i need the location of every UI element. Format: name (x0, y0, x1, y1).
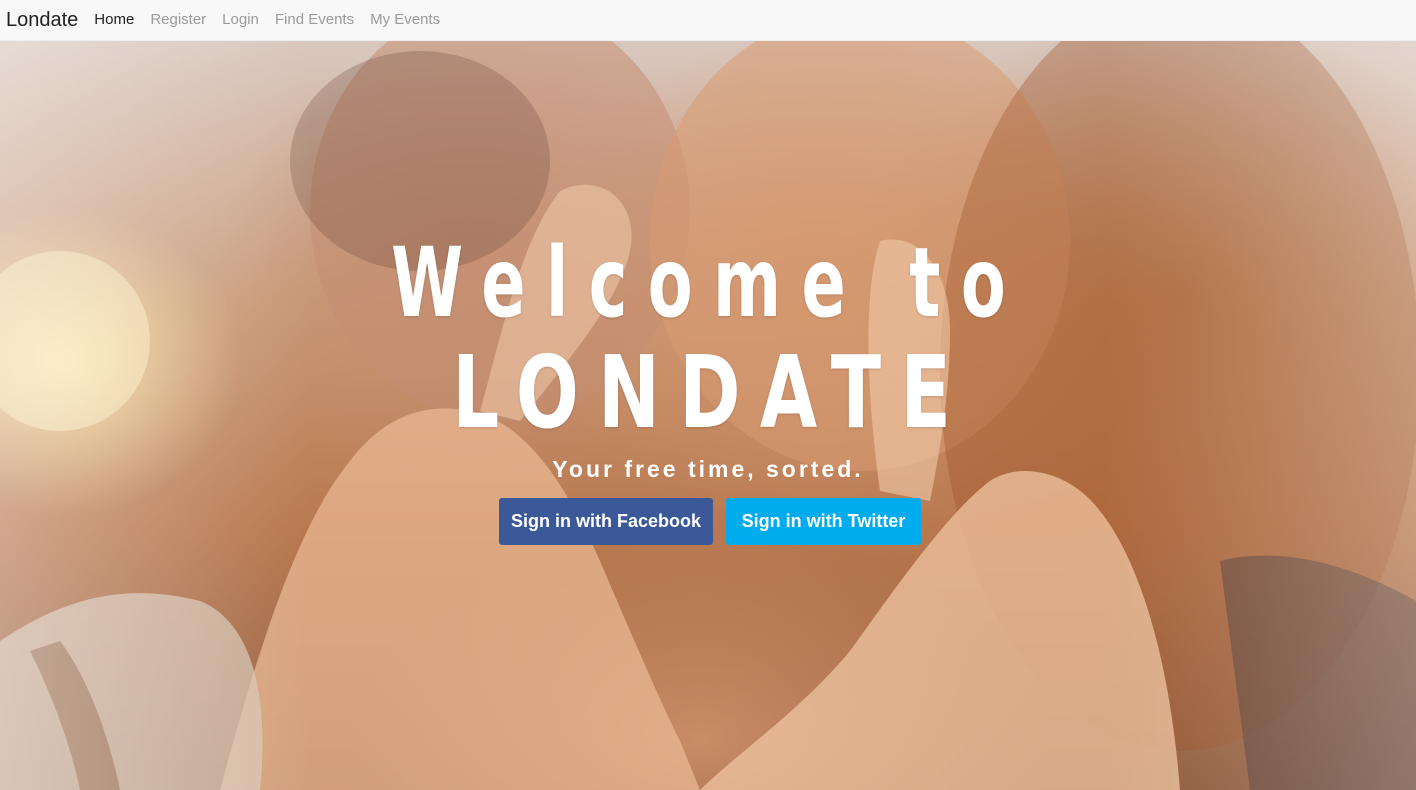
nav-my-events[interactable]: My Events (370, 11, 440, 28)
navbar: Londate Home Register Login Find Events … (0, 0, 1416, 41)
nav-find-events[interactable]: Find Events (275, 11, 354, 28)
nav-register[interactable]: Register (150, 11, 206, 28)
headline-brand: LONDATE (452, 334, 971, 451)
nav-login[interactable]: Login (222, 11, 259, 28)
tagline: Your free time, sorted. (552, 456, 864, 482)
headline-welcome: Welcome to (391, 227, 1027, 339)
sign-in-facebook-button[interactable]: Sign in with Facebook (499, 498, 713, 545)
hero-section: Welcome to LONDATE Your free time, sorte… (0, 41, 1416, 790)
nav-home[interactable]: Home (94, 11, 134, 28)
sign-in-twitter-button[interactable]: Sign in with Twitter (726, 498, 921, 545)
brand-link[interactable]: Londate (6, 9, 78, 32)
